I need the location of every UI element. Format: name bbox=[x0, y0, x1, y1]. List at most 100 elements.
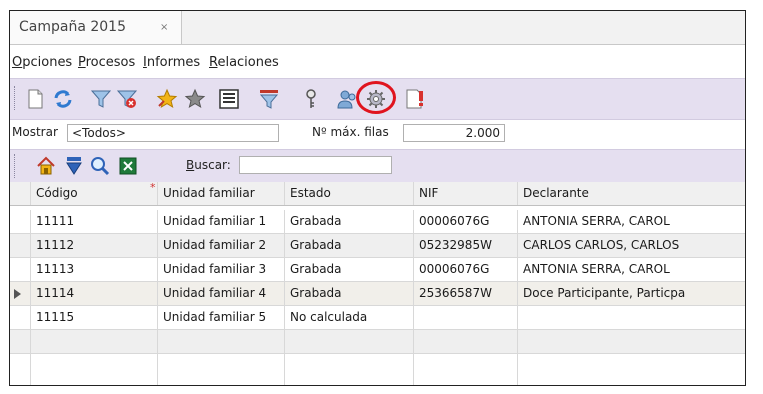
current-row-pointer-icon bbox=[14, 289, 21, 299]
empty-cell bbox=[10, 354, 31, 385]
empty-cell bbox=[414, 354, 518, 385]
clear-filter-icon[interactable] bbox=[116, 88, 138, 110]
cell-nif[interactable]: 05232985W bbox=[414, 234, 518, 257]
cell-codigo[interactable]: 11113 bbox=[31, 258, 158, 281]
row-indicator bbox=[10, 282, 31, 305]
table-row[interactable]: 11111 Unidad familiar 1 Grabada 00006076… bbox=[10, 210, 745, 234]
menu-relaciones-label: elaciones bbox=[217, 55, 279, 70]
col-header-unidad-familiar[interactable]: Unidad familiar bbox=[158, 182, 285, 205]
close-icon[interactable]: × bbox=[160, 22, 168, 33]
col-header-codigo[interactable]: Código bbox=[31, 182, 158, 205]
toolbar-grip[interactable] bbox=[14, 86, 17, 110]
empty-cell bbox=[31, 354, 158, 385]
mostrar-field[interactable] bbox=[67, 124, 279, 142]
down-arrow-icon[interactable] bbox=[64, 156, 84, 176]
cell-declarante[interactable]: ANTONIA SERRA, CAROL bbox=[518, 210, 745, 233]
cell-declarante[interactable] bbox=[518, 306, 745, 329]
menu-opciones[interactable]: Opciones bbox=[12, 55, 72, 70]
empty-row bbox=[10, 354, 745, 385]
cell-nif[interactable]: 00006076G bbox=[414, 258, 518, 281]
search-label-mnemonic: B bbox=[186, 158, 195, 172]
table-row[interactable]: 11113 Unidad familiar 3 Grabada 00006076… bbox=[10, 258, 745, 282]
cell-declarante[interactable]: CARLOS CARLOS, CARLOS bbox=[518, 234, 745, 257]
col-header-nif[interactable]: NIF bbox=[414, 182, 518, 205]
col-header-estado[interactable]: Estado bbox=[285, 182, 414, 205]
tab-campana-2015[interactable]: Campaña 2015 × bbox=[10, 11, 182, 44]
home-icon[interactable] bbox=[36, 156, 56, 176]
cell-unidad[interactable]: Unidad familiar 1 bbox=[158, 210, 285, 233]
required-marker: * bbox=[150, 181, 156, 194]
app-window: Campaña 2015 × Opciones Procesos Informe… bbox=[9, 10, 746, 386]
row-indicator bbox=[10, 234, 31, 257]
cell-codigo[interactable]: 11112 bbox=[31, 234, 158, 257]
menu-informes[interactable]: Informes bbox=[143, 55, 200, 70]
cell-nif[interactable] bbox=[414, 306, 518, 329]
empty-row bbox=[10, 330, 745, 354]
users-icon[interactable] bbox=[336, 88, 358, 110]
empty-cell bbox=[31, 330, 158, 353]
search-bar: Buscar: bbox=[10, 149, 745, 183]
empty-cell bbox=[10, 330, 31, 353]
menu-procesos-label: rocesos bbox=[85, 55, 136, 70]
cell-estado[interactable]: Grabada bbox=[285, 258, 414, 281]
grid-header: Código * Unidad familiar Estado NIF Decl… bbox=[10, 182, 745, 206]
max-rows-field[interactable] bbox=[403, 124, 505, 142]
details-icon[interactable] bbox=[218, 88, 240, 110]
cell-unidad[interactable]: Unidad familiar 2 bbox=[158, 234, 285, 257]
cell-unidad[interactable]: Unidad familiar 3 bbox=[158, 258, 285, 281]
row-indicator bbox=[10, 210, 31, 233]
cell-estado[interactable]: Grabada bbox=[285, 210, 414, 233]
favorite-star-icon[interactable] bbox=[156, 88, 178, 110]
cell-nif[interactable]: 25366587W bbox=[414, 282, 518, 305]
advanced-filter-icon[interactable] bbox=[258, 88, 280, 110]
empty-cell bbox=[285, 354, 414, 385]
filter-row: Mostrar Nº máx. filas bbox=[10, 122, 745, 148]
cell-estado[interactable]: Grabada bbox=[285, 234, 414, 257]
table-row[interactable]: 11115 Unidad familiar 5 No calculada bbox=[10, 306, 745, 330]
searchbar-grip[interactable] bbox=[14, 154, 17, 178]
cell-unidad[interactable]: Unidad familiar 4 bbox=[158, 282, 285, 305]
search-label-text: uscar: bbox=[194, 158, 231, 172]
row-indicator bbox=[10, 258, 31, 281]
document-alert-icon[interactable] bbox=[404, 88, 426, 110]
empty-cell bbox=[158, 354, 285, 385]
menu-opciones-mnemonic: O bbox=[12, 55, 23, 70]
empty-cell bbox=[158, 330, 285, 353]
cell-estado[interactable]: Grabada bbox=[285, 282, 414, 305]
toolbar bbox=[10, 78, 745, 120]
header-indicator bbox=[10, 182, 31, 205]
empty-cell bbox=[285, 330, 414, 353]
cell-codigo[interactable]: 11114 bbox=[31, 282, 158, 305]
tab-strip: Campaña 2015 × bbox=[10, 11, 745, 45]
excel-icon[interactable] bbox=[118, 156, 138, 176]
menu-opciones-label: pciones bbox=[22, 55, 73, 70]
highlight-circle bbox=[356, 81, 396, 114]
empty-cell bbox=[414, 330, 518, 353]
data-grid: Código * Unidad familiar Estado NIF Decl… bbox=[10, 182, 745, 385]
cell-nif[interactable]: 00006076G bbox=[414, 210, 518, 233]
cell-unidad[interactable]: Unidad familiar 5 bbox=[158, 306, 285, 329]
cell-declarante[interactable]: Doce Participante, Particpa bbox=[518, 282, 745, 305]
refresh-icon[interactable] bbox=[52, 88, 74, 110]
col-header-declarante[interactable]: Declarante bbox=[518, 182, 745, 205]
search-label: Buscar: bbox=[186, 158, 231, 172]
new-document-icon[interactable] bbox=[24, 88, 46, 110]
max-rows-label: Nº máx. filas bbox=[312, 125, 389, 139]
menu-procesos-mnemonic: P bbox=[78, 55, 86, 70]
cell-declarante[interactable]: ANTONIA SERRA, CAROL bbox=[518, 258, 745, 281]
cell-codigo[interactable]: 11115 bbox=[31, 306, 158, 329]
search-input[interactable] bbox=[239, 156, 392, 174]
cell-codigo[interactable]: 11111 bbox=[31, 210, 158, 233]
menu-procesos[interactable]: Procesos bbox=[78, 55, 135, 70]
star-icon[interactable] bbox=[184, 88, 206, 110]
menu-relaciones[interactable]: Relaciones bbox=[209, 55, 279, 70]
table-row[interactable]: 11112 Unidad familiar 2 Grabada 05232985… bbox=[10, 234, 745, 258]
empty-cell bbox=[518, 330, 745, 353]
filter-icon[interactable] bbox=[90, 88, 112, 110]
mostrar-label: Mostrar bbox=[12, 125, 58, 139]
tab-title: Campaña 2015 bbox=[19, 19, 126, 35]
magnifier-icon[interactable] bbox=[90, 156, 110, 176]
key-icon[interactable] bbox=[300, 88, 322, 110]
cell-estado[interactable]: No calculada bbox=[285, 306, 414, 329]
table-row-current[interactable]: 11114 Unidad familiar 4 Grabada 25366587… bbox=[10, 282, 745, 306]
